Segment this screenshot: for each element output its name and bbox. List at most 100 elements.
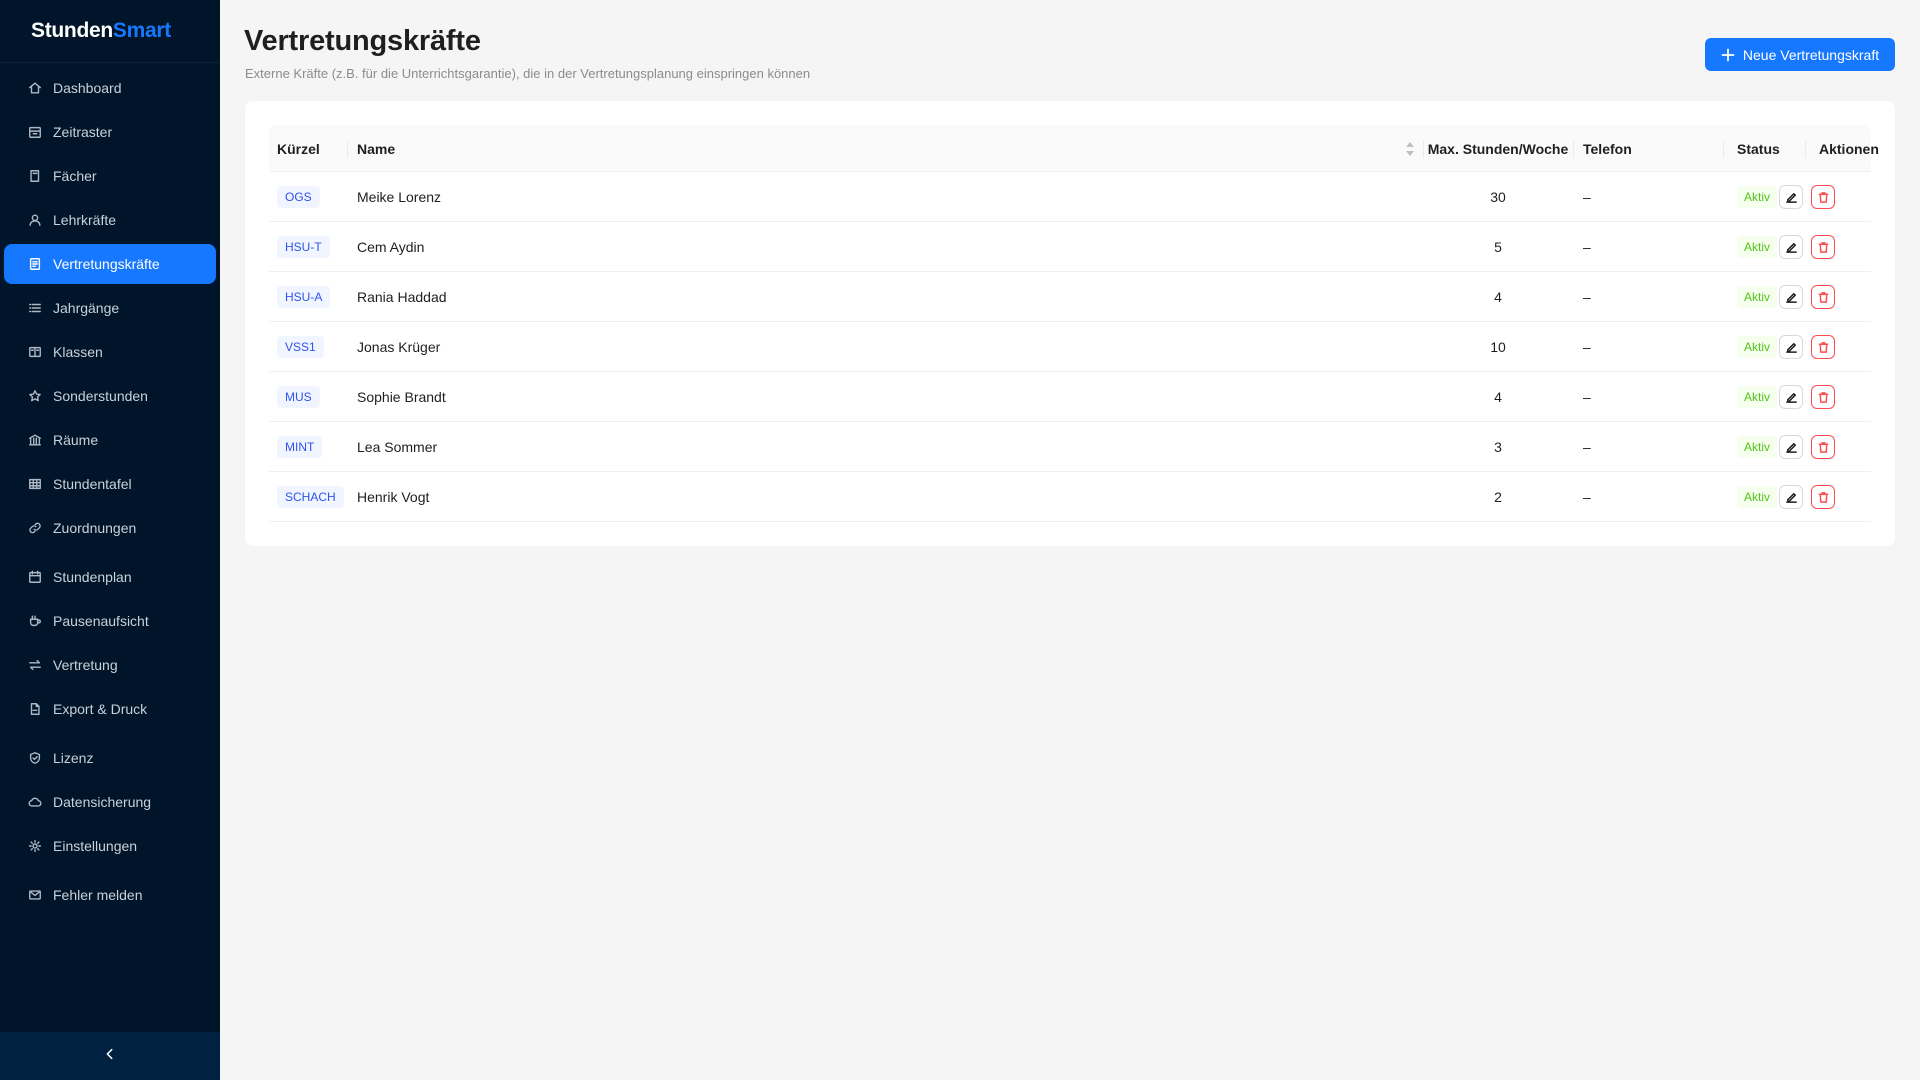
user-icon [27, 212, 43, 228]
sidebar-item-label: Vertretung [53, 657, 118, 673]
sort-icon[interactable] [1405, 141, 1415, 157]
sidebar-item-stundentafel[interactable]: Stundentafel [4, 464, 216, 504]
link-icon [27, 520, 43, 536]
kuerzel-tag: MINT [277, 436, 323, 458]
sidebar-item-fehler-melden[interactable]: Fehler melden [4, 875, 216, 915]
sidebar-item-klassen[interactable]: Klassen [4, 332, 216, 372]
edit-icon [1785, 392, 1797, 403]
sidebar-item-label: Klassen [53, 344, 103, 360]
home-icon [27, 80, 43, 96]
status-badge: Aktiv [1737, 486, 1778, 508]
edit-button[interactable] [1779, 285, 1803, 309]
name-cell: Henrik Vogt [357, 489, 430, 505]
sidebar-item-label: Stundenplan [53, 569, 132, 585]
delete-button[interactable] [1811, 185, 1835, 209]
max-hours-cell: 3 [1494, 439, 1502, 455]
sidebar-item-label: Zeitraster [53, 124, 113, 140]
delete-button[interactable] [1811, 435, 1835, 459]
sidebar-item-label: Vertretungskräfte [53, 256, 160, 272]
book-icon [27, 168, 43, 184]
name-cell: Sophie Brandt [357, 389, 446, 405]
chevron-left-icon [103, 1047, 117, 1066]
sidebar-item-stundenplan[interactable]: Stundenplan [4, 557, 216, 597]
column-header-phone: Telefon [1573, 125, 1723, 172]
max-hours-cell: 30 [1490, 189, 1506, 205]
status-badge: Aktiv [1737, 386, 1778, 408]
new-substitute-button[interactable]: Neue Vertretungskraft [1705, 38, 1895, 71]
edit-button[interactable] [1779, 385, 1803, 409]
sidebar-item-label: Stundentafel [53, 476, 132, 492]
name-cell: Rania Haddad [357, 289, 447, 305]
max-hours-cell: 4 [1494, 289, 1502, 305]
sidebar-item-datensicherung[interactable]: Datensicherung [4, 782, 216, 822]
kuerzel-tag: SCHACH [277, 486, 344, 508]
column-header-name-label: Name [357, 140, 396, 157]
sidebar-item-vertretungskraefte[interactable]: Vertretungskräfte [4, 244, 216, 284]
book-open-icon [27, 344, 43, 360]
max-hours-cell: 10 [1490, 339, 1506, 355]
gear-icon [27, 838, 43, 854]
sidebar-item-export-druck[interactable]: Export & Druck [4, 689, 216, 729]
edit-button[interactable] [1779, 435, 1803, 459]
trash-icon [1818, 291, 1828, 303]
sidebar-item-lehrkraefte[interactable]: Lehrkräfte [4, 200, 216, 240]
table-row: SCHACH Henrik Vogt 2 – Aktiv [269, 472, 1871, 522]
column-header-name[interactable]: Name [347, 125, 1423, 172]
table-row: VSS1 Jonas Krüger 10 – Aktiv [269, 322, 1871, 372]
sidebar-item-label: Lehrkräfte [53, 212, 117, 228]
list-icon [27, 300, 43, 316]
app-logo[interactable]: Stunden Smart [0, 0, 220, 63]
status-badge: Aktiv [1737, 436, 1778, 458]
edit-button[interactable] [1779, 335, 1803, 359]
id-card-icon [27, 256, 43, 272]
sidebar-collapse-button[interactable] [0, 1032, 220, 1080]
table-icon [27, 476, 43, 492]
trash-icon [1818, 191, 1828, 203]
delete-button[interactable] [1811, 485, 1835, 509]
delete-button[interactable] [1811, 235, 1835, 259]
kuerzel-tag: MUS [277, 386, 320, 408]
logo-part-1: Stunden [31, 19, 113, 42]
sidebar-item-pausenaufsicht[interactable]: Pausenaufsicht [4, 601, 216, 641]
sidebar-item-zuordnungen[interactable]: Zuordnungen [4, 508, 216, 548]
status-badge: Aktiv [1737, 186, 1778, 208]
sidebar-item-einstellungen[interactable]: Einstellungen [4, 826, 216, 866]
phone-cell: – [1583, 239, 1591, 255]
page-title: Vertretungskräfte [244, 25, 481, 57]
edit-icon [1785, 442, 1797, 453]
sidebar-item-label: Dashboard [53, 80, 122, 96]
trash-icon [1818, 341, 1828, 353]
sidebar-item-raeume[interactable]: Räume [4, 420, 216, 460]
edit-button[interactable] [1779, 185, 1803, 209]
sidebar-item-jahrgaenge[interactable]: Jahrgänge [4, 288, 216, 328]
building-icon [27, 432, 43, 448]
delete-button[interactable] [1811, 335, 1835, 359]
delete-button[interactable] [1811, 285, 1835, 309]
file-export-icon [27, 701, 43, 717]
column-header-max-hours: Max. Stunden/Woche [1423, 125, 1573, 172]
edit-button[interactable] [1779, 235, 1803, 259]
sidebar-item-dashboard[interactable]: Dashboard [4, 68, 216, 108]
calendar-grid-icon [27, 124, 43, 140]
sidebar-item-vertretung[interactable]: Vertretung [4, 645, 216, 685]
kuerzel-tag: HSU-A [277, 286, 331, 308]
trash-icon [1818, 491, 1828, 503]
table-row: MINT Lea Sommer 3 – Aktiv [269, 422, 1871, 472]
table-row: MUS Sophie Brandt 4 – Aktiv [269, 372, 1871, 422]
edit-button[interactable] [1779, 485, 1803, 509]
status-badge: Aktiv [1737, 336, 1778, 358]
kuerzel-tag: VSS1 [277, 336, 324, 358]
phone-cell: – [1583, 489, 1591, 505]
delete-button[interactable] [1811, 385, 1835, 409]
new-substitute-button-label: Neue Vertretungskraft [1742, 46, 1880, 63]
sidebar-item-sonderstunden[interactable]: Sonderstunden [4, 376, 216, 416]
sidebar-item-lizenz[interactable]: Lizenz [4, 738, 216, 778]
sidebar-item-faecher[interactable]: Fächer [4, 156, 216, 196]
table-row: OGS Meike Lorenz 30 – Aktiv [269, 172, 1871, 222]
sidebar-item-zeitraster[interactable]: Zeitraster [4, 112, 216, 152]
edit-icon [1785, 242, 1797, 253]
sidebar-item-label: Sonderstunden [53, 388, 148, 404]
coffee-icon [27, 613, 43, 629]
status-badge: Aktiv [1737, 286, 1778, 308]
sidebar-item-label: Räume [53, 432, 99, 448]
